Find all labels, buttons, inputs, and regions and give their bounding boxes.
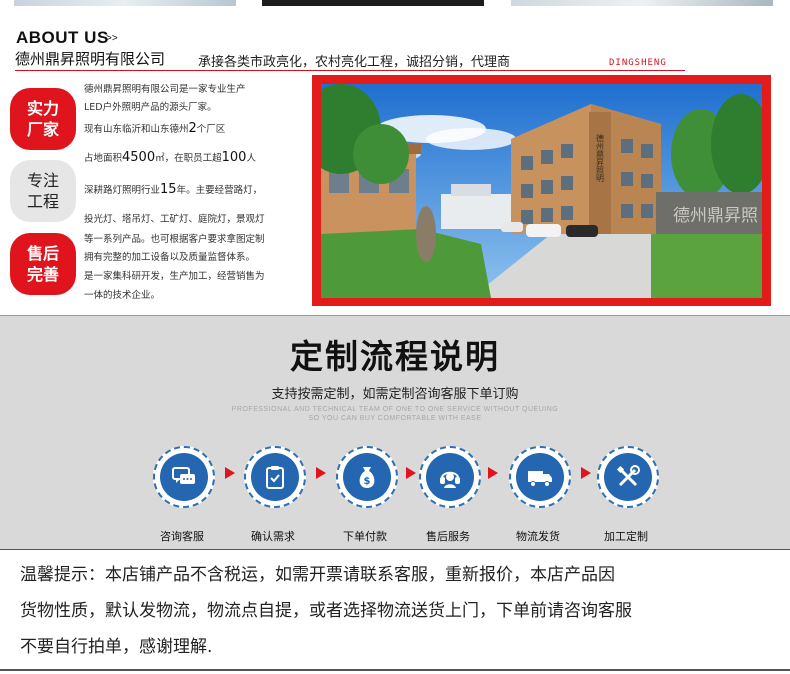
step-consult: [153, 446, 215, 508]
intro-text: ㎡，在职员工超: [155, 153, 222, 164]
truck-icon: [528, 471, 552, 487]
headset-icon: [440, 471, 460, 488]
step-label: 确认需求: [251, 530, 295, 543]
intro-line: 一体的技术企业。: [84, 290, 161, 301]
intro-text: 现有山东临沂和山东德州: [84, 124, 189, 135]
intro-line: 占地面积4500㎡，在职员工超100人: [84, 150, 256, 165]
badge-focus-engineering: 专注工程: [10, 160, 76, 222]
step-label: 加工定制: [604, 530, 648, 543]
intro-line: 投光灯、塔吊灯、工矿灯、庭院灯，景观灯: [84, 214, 265, 225]
intro-line: 深耕路灯照明行业15年。主要经营路灯，: [84, 182, 262, 197]
process-subtitle: 支持按需定制，如需定制咨询客服下单订购: [271, 387, 519, 402]
header-divider: [15, 70, 685, 71]
step-label: 售后服务: [426, 530, 470, 543]
intro-text: 年。主要经营路灯，: [176, 185, 263, 196]
top-image-strip-right: [511, 0, 773, 6]
about-us-arrows: >>: [106, 33, 118, 44]
intro-highlight: 15: [160, 182, 177, 197]
badge-strength-factory: 实力厂家: [10, 88, 76, 150]
top-image-strip-center: [262, 0, 484, 6]
step-arrow: [406, 467, 416, 479]
step-arrow: [581, 467, 591, 479]
step-shipping: [509, 446, 571, 508]
intro-line: 是一家集科研开发，生产加工，经营销售为: [84, 271, 265, 282]
intro-text: 占地面积: [84, 153, 123, 164]
factory-photo: 德州鼎昇照明 德州鼎昇照: [321, 84, 762, 298]
process-title: 定制流程说明: [290, 337, 500, 376]
intro-line: 现有山东临沂和山东德州2个厂区: [84, 121, 225, 136]
badge-after-sales: 售后完善: [10, 233, 76, 295]
company-slogan: 承接各类市政亮化，农村亮化工程，诚招分销，代理商: [198, 55, 511, 70]
step-after-sales: [419, 446, 481, 508]
notice-text: 温馨提示：本店铺产品不含税运，如需开票请联系客服，重新报价，本店产品因 货物性质…: [20, 557, 780, 665]
brand-english-name: DINGSHENG: [609, 58, 667, 68]
intro-line: 等一系列产品。也可根据客户要求拿图定制: [84, 234, 265, 245]
intro-highlight: 100: [221, 150, 247, 165]
step-icon-bg: [426, 453, 474, 501]
money-bag-icon: $: [359, 467, 375, 488]
intro-line: LED户外照明产品的源头厂家。: [84, 102, 217, 113]
notice-divider-bottom: [0, 669, 790, 671]
step-icon-bg: [604, 453, 652, 501]
process-english-line: PROFESSIONAL AND TECHNICAL TEAM OF ONE T…: [231, 406, 559, 413]
wall-sign-text: 德州鼎昇照: [673, 206, 758, 226]
intro-highlight: 4500: [122, 150, 156, 165]
about-us-title: ABOUT US: [16, 28, 109, 47]
step-label: 物流发货: [516, 530, 560, 543]
svg-text:$: $: [364, 476, 371, 487]
step-arrow: [225, 467, 235, 479]
notice-line: 货物性质，默认发物流，物流点自提，或者选择物流送货上门，下单前请咨询客服: [20, 601, 632, 621]
factory-illustration: 德州鼎昇照明 德州鼎昇照: [321, 84, 762, 298]
step-icon-bg: [251, 453, 299, 501]
notice-line: 不要自行拍单，感谢理解.: [20, 637, 213, 657]
company-name: 德州鼎昇照明有限公司: [15, 50, 166, 68]
intro-highlight: 2: [188, 121, 197, 136]
step-icon-bg: $: [343, 453, 391, 501]
building-sign-text: 德州鼎昇照明: [596, 133, 605, 183]
badge-label: 专注工程: [26, 171, 59, 211]
step-confirm: [244, 446, 306, 508]
step-label: 咨询客服: [160, 530, 204, 543]
step-icon-bg: [516, 453, 564, 501]
step-pay: $: [336, 446, 398, 508]
intro-text: 深耕路灯照明行业: [84, 185, 161, 196]
intro-text: 人: [246, 153, 256, 164]
factory-photo-frame: 德州鼎昇照明 德州鼎昇照: [312, 75, 771, 306]
process-english-line: SO YOU CAN BUY COMFORTABLE WITH EASE: [308, 415, 482, 422]
step-arrow: [488, 467, 498, 479]
top-image-strip-left: [14, 0, 236, 6]
clipboard-icon: [266, 466, 284, 489]
chat-icon: [172, 467, 195, 484]
notice-line: 温馨提示：本店铺产品不含税运，如需开票请联系客服，重新报价，本店产品因: [20, 565, 615, 585]
intro-line: 拥有完整的加工设备以及质量监督体系。: [84, 252, 256, 263]
badge-label: 实力厂家: [26, 99, 59, 139]
step-arrow: [316, 467, 326, 479]
step-icon-bg: [160, 453, 208, 501]
step-custom-processing: [597, 446, 659, 508]
intro-text: 个厂区: [196, 124, 226, 135]
notice-divider-top: [0, 549, 790, 550]
tools-icon: [616, 465, 640, 487]
badge-label: 售后完善: [26, 244, 59, 284]
intro-line: 德州鼎昇照明有限公司是一家专业生产: [84, 84, 246, 95]
